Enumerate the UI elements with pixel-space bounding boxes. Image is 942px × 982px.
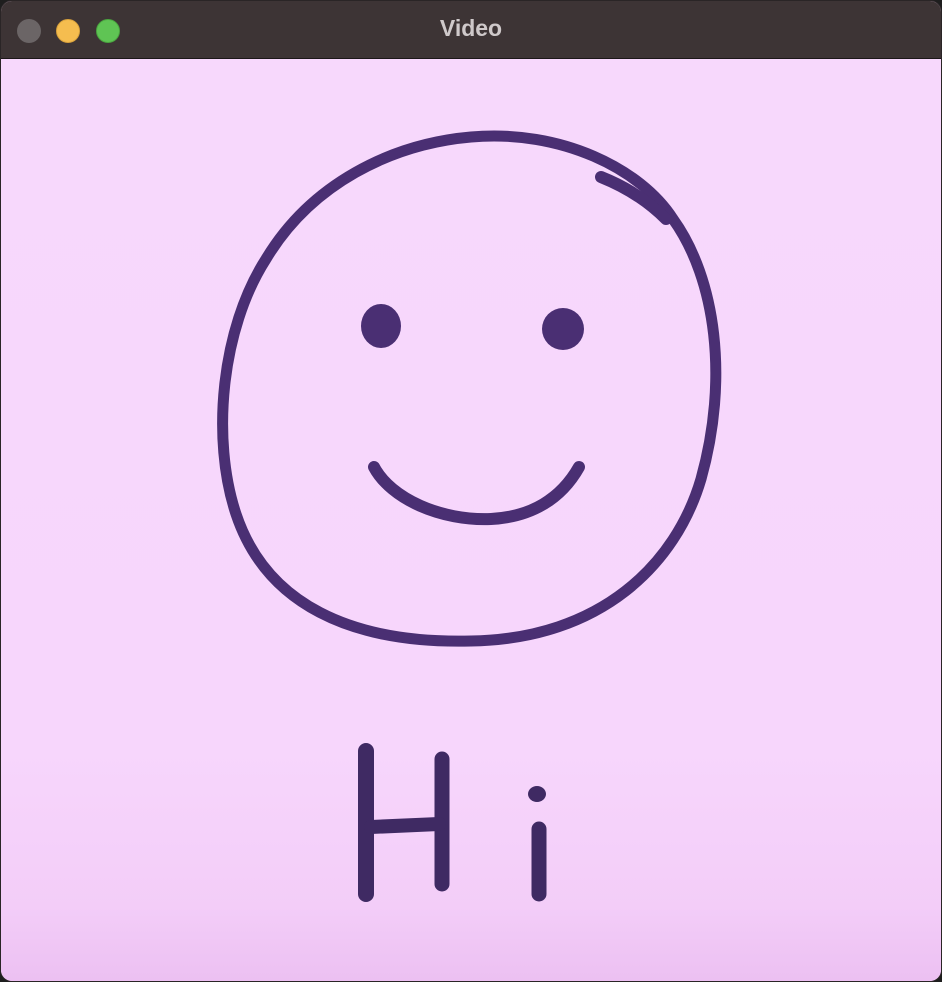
left-eye: [361, 304, 401, 348]
title-bar[interactable]: Video: [1, 1, 941, 59]
window-title: Video: [439, 15, 503, 41]
video-window: Video: [0, 0, 942, 982]
handwritten-hi: [358, 743, 547, 902]
video-frame: [1, 59, 941, 981]
smile-mouth: [368, 461, 585, 526]
right-eye: [542, 308, 584, 350]
video-frame-image: [217, 130, 722, 902]
smiley-face-outline: [217, 130, 722, 647]
